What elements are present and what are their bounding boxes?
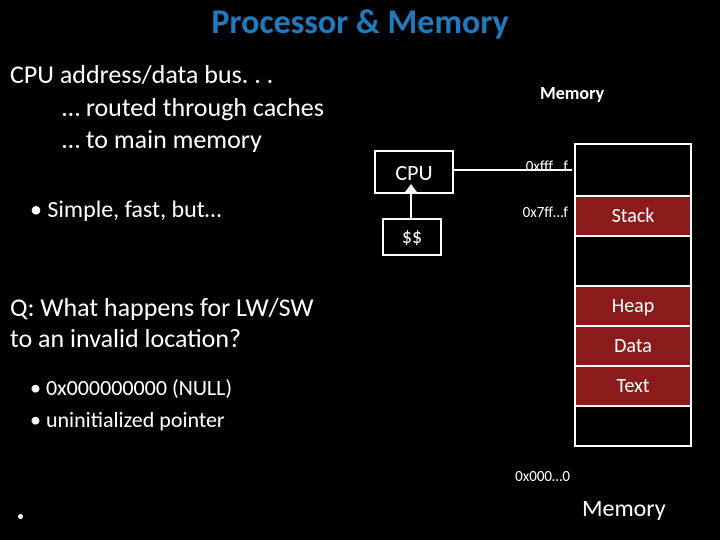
addr-label-top: 0xfff…f bbox=[506, 158, 568, 176]
bullet-line: CPU address/data bus. . . bbox=[10, 58, 430, 91]
mem-seg-reserved-bottom bbox=[574, 405, 692, 447]
mem-seg-gap bbox=[574, 235, 692, 285]
sub-bullet: Simple, fast, but… bbox=[30, 195, 221, 224]
cache-box: $$ bbox=[382, 218, 442, 256]
question-text: Q: What happens for LW/SW to an invalid … bbox=[10, 292, 430, 354]
addr-label-bottom: 0x000…0 bbox=[498, 468, 570, 486]
mem-seg-stack: Stack bbox=[574, 195, 692, 235]
slide-title: Processor & Memory bbox=[0, 2, 720, 43]
mem-seg-text: Text bbox=[574, 365, 692, 405]
memory-heading: Memory bbox=[540, 82, 604, 104]
sub-bullet-item: uninitialized pointer bbox=[30, 404, 232, 436]
sub-bullet-list: 0x000000000 (NULL) uninitialized pointer bbox=[30, 372, 232, 436]
bullet-list: CPU address/data bus. . . … routed throu… bbox=[10, 58, 430, 156]
arrow-down-icon bbox=[410, 192, 412, 218]
mem-seg-data: Data bbox=[574, 325, 692, 365]
cpu-label: CPU bbox=[395, 159, 432, 186]
bullet-line: … routed through caches bbox=[62, 91, 430, 124]
decorative-dot-icon bbox=[18, 514, 23, 519]
slide: Processor & Memory CPU address/data bus.… bbox=[0, 0, 720, 540]
addr-label-stack: 0x7ff…f bbox=[506, 204, 568, 222]
question-line: Q: What happens for LW/SW bbox=[10, 292, 430, 323]
question-line: to an invalid location? bbox=[10, 323, 430, 354]
sub-bullet-item: 0x000000000 (NULL) bbox=[30, 372, 232, 404]
mem-seg-reserved-top bbox=[574, 143, 692, 195]
mem-seg-heap: Heap bbox=[574, 285, 692, 325]
memory-column: Stack Heap Data Text bbox=[574, 143, 692, 447]
memory-caption: Memory bbox=[582, 494, 666, 523]
cache-label: $$ bbox=[402, 225, 422, 249]
